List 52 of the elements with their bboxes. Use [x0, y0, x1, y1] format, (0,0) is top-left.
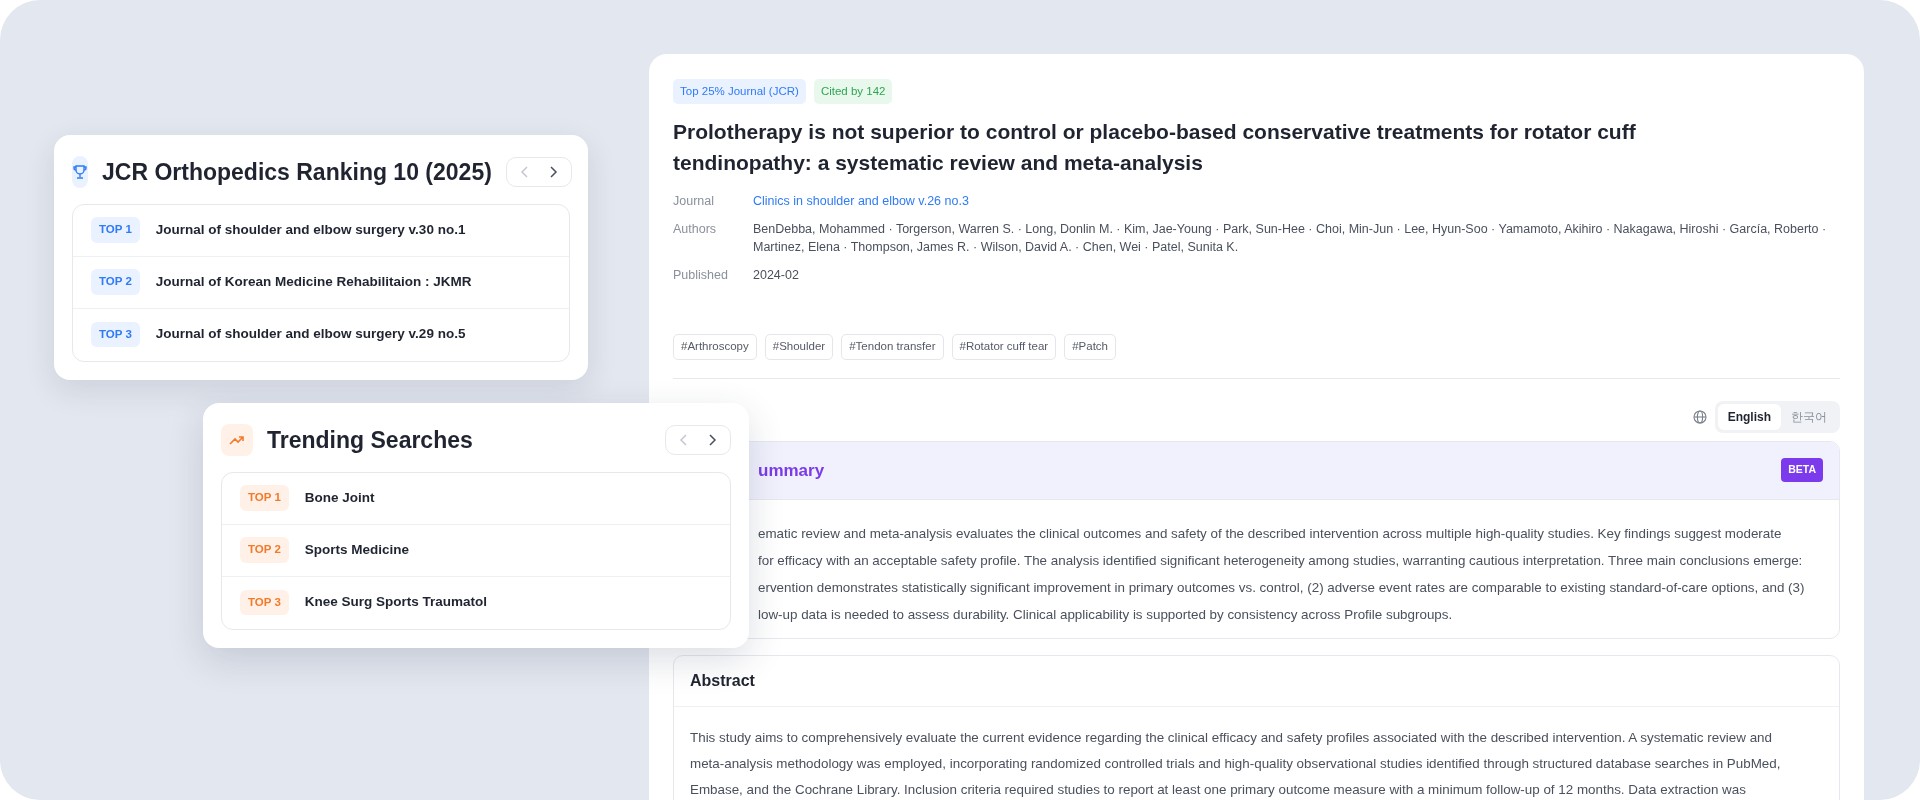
card-title: JCR Orthopedics Ranking 10 (2025) — [102, 158, 492, 187]
article-title: Prolotherapy is not superior to control or placebo-based conservative treatments for rotator cuff tendinopathy: a systematic review and meta-analysis — [673, 119, 1637, 177]
meta-value: BenDebba, Mohammed · Torgerson, Warren S. · Long, Donlin M. · Kim, Jae-Young · Park, Sun-Hee · Choi, Min-Jun · Lee, Hyun-Soo · Yamamoto, Akihiro · Nakagawa, Hiroshi · García, Roberto · Martinez, Elena · Thompson, James R. · Wilson, David A. · Chen, Wei · Patel, Sunita K. — [753, 221, 1828, 257]
tag-chip[interactable]: #Patch — [1064, 334, 1116, 360]
summary-text: ervention demonstrates statistically significant improvement in primary outcomes vs. control, (2) adverse event rates are comparable to existing standard-of-care options, and (3) — [758, 579, 1806, 597]
meta-label: Authors — [673, 221, 718, 239]
item-name: Journal of shoulder and elbow surgery v.29 no.5 — [155, 325, 466, 344]
chevron-left-icon — [519, 165, 530, 180]
rank-label: TOP 1 — [91, 217, 140, 243]
item-name: Journal of shoulder and elbow surgery v.30 no.1 — [155, 220, 466, 239]
journal-link[interactable]: Clinics in shoulder and elbow v.26 no.3 — [753, 192, 969, 211]
rank-label: TOP 3 — [91, 321, 140, 348]
abstract-text: meta-analysis methodology was employed, incorporating randomized controlled trials and high-quality observational studies identified through structured database searches in PubMed, — [690, 755, 1782, 773]
chevron-right-icon — [547, 165, 558, 180]
summary-text: low-up data is needed to assess durability. Clinical applicability is supported by consistency across Profile subgroups. — [758, 606, 1454, 624]
tag-chip[interactable]: #Arthroscopy — [673, 334, 757, 360]
item-name: Bone Joint — [304, 488, 375, 507]
item-name: Sports Medicine — [304, 540, 410, 559]
trophy-icon — [72, 164, 88, 181]
beta-label: BETA — [1781, 458, 1823, 483]
meta-label: Published — [673, 267, 729, 285]
list-item[interactable]: TOP 2 Journal of Korean Medicine Rehabilitaion : JKMR — [73, 256, 569, 309]
abstract-title: Abstract — [674, 656, 1839, 707]
meta-value: 2024-02 — [753, 267, 799, 285]
language-option[interactable]: English — [1717, 403, 1781, 430]
tag-chip[interactable]: #Tendon transfer — [841, 334, 944, 360]
item-name: Journal of Korean Medicine Rehabilitaion : JKMR — [155, 272, 472, 291]
list-item[interactable]: TOP 1 Bone Joint — [222, 472, 730, 525]
tag-chip[interactable]: #Shoulder — [764, 334, 834, 360]
rank-label: TOP 2 — [91, 269, 140, 295]
rank-label: TOP 1 — [240, 485, 289, 511]
globe-icon — [1692, 409, 1707, 424]
rank-label: TOP 3 — [240, 589, 289, 616]
tag-chip[interactable]: #Rotator cuff tear — [951, 334, 1057, 360]
chevron-left-icon — [679, 433, 689, 448]
abstract-text: This study aims to comprehensively evaluate the current evidence regarding the clinical efficacy and safety profiles associated with the described intervention. A systematic review and — [690, 729, 1773, 747]
list-item[interactable]: TOP 3 Knee Surg Sports Traumatol — [222, 576, 730, 629]
summary-title: ummary — [758, 459, 825, 482]
summary-text: for efficacy with an acceptable safety profile. The analysis identified significant heterogeneity among studies, warranting cautious interpretation. Three main conclusions emerge: — [758, 552, 1804, 570]
summary-text: ematic review and meta-analysis evaluates the clinical outcomes and safety of the described intervention across multiple high-quality studies. Key findings suggest moderate — [758, 525, 1783, 543]
item-name: Knee Surg Sports Traumatol — [304, 593, 488, 612]
badge-label: Cited by 142 — [813, 79, 893, 105]
badge-label: Top 25% Journal (JCR) — [673, 79, 806, 105]
trending-icon — [229, 434, 245, 447]
rank-label: TOP 2 — [240, 537, 289, 563]
meta-label: Journal — [673, 193, 715, 211]
chevron-right-icon — [707, 433, 717, 448]
abstract-text: Embase, and the Cochrane Library. Inclusion criteria required studies to report at least one primary outcome measure with a minimum follow-up of 12 months. Data extraction was — [690, 781, 1747, 799]
list-item[interactable]: TOP 1 Journal of shoulder and elbow surgery v.30 no.1 — [73, 204, 569, 257]
list-item[interactable]: TOP 2 Sports Medicine — [222, 524, 730, 577]
card-title: Trending Searches — [267, 426, 474, 455]
list-item[interactable]: TOP 3 Journal of shoulder and elbow surgery v.29 no.5 — [73, 308, 569, 361]
